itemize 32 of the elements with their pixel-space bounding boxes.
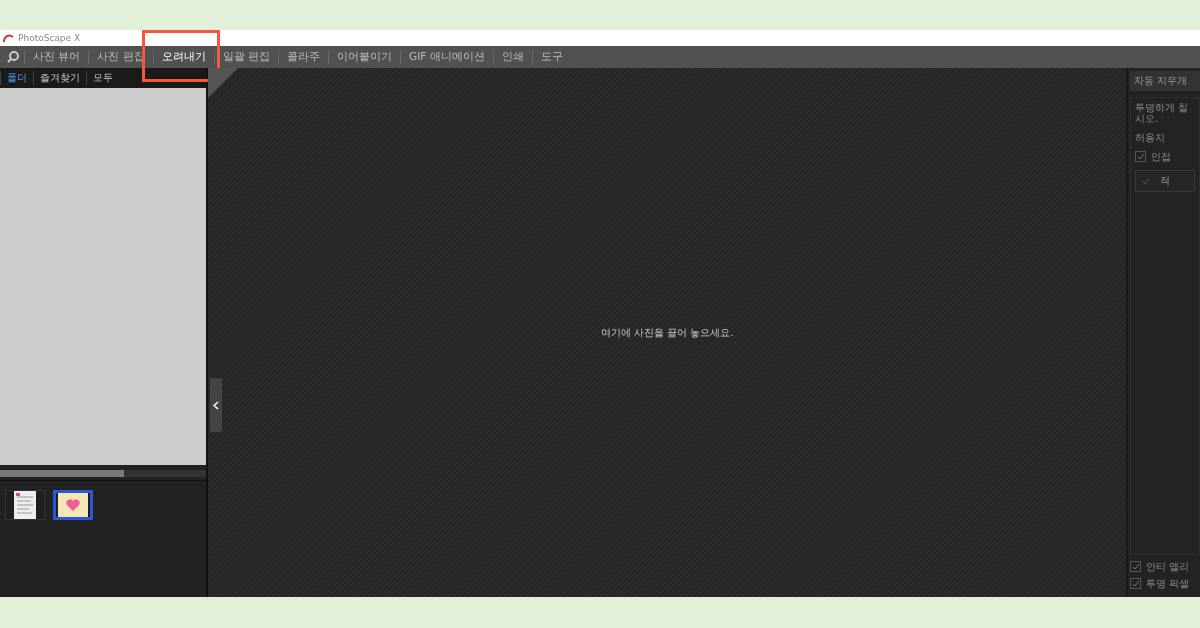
menu-tab[interactable]: 도구 <box>531 50 571 64</box>
menu-tab[interactable]: 오려내기 <box>152 50 214 64</box>
checkbox-label: 안티 앨리 <box>1146 561 1190 572</box>
collapse-handle[interactable] <box>210 378 222 432</box>
checkbox[interactable] <box>1135 151 1146 162</box>
checkbox[interactable] <box>1130 561 1141 572</box>
app-logo-icon <box>3 33 14 43</box>
thumbnail[interactable] <box>5 490 45 520</box>
drop-hint: 여기에 사진을 끌어 놓으세요. <box>600 325 734 340</box>
search-icon[interactable] <box>6 50 20 64</box>
chevron-left-icon <box>213 400 219 410</box>
hint-text: 투명하게 칠 시오. <box>1135 102 1190 124</box>
tolerance-label: 허용치 <box>1135 132 1166 143</box>
sidebar-tab[interactable]: 모두 <box>86 71 119 85</box>
menu-tab[interactable]: 사진 뷰어 <box>24 50 89 64</box>
check-icon <box>1142 177 1150 185</box>
sidebar-tab[interactable]: 즐겨찾기 <box>33 71 86 85</box>
window-title: PhotoScape X <box>18 33 81 43</box>
scroll-thumb[interactable] <box>0 470 124 477</box>
document-icon <box>14 491 36 519</box>
tool-button[interactable]: 자동 지우개 <box>1130 71 1200 91</box>
menu-tab[interactable]: 일괄 편집 <box>213 50 279 64</box>
sidebar-tab[interactable]: 폴더 <box>0 71 33 85</box>
thumbnail[interactable] <box>53 490 93 520</box>
menu-tab[interactable]: 이어붙이기 <box>328 50 401 64</box>
checkbox-label: 인접 <box>1151 151 1171 162</box>
checkbox-label: 투명 픽셀 <box>1146 578 1190 589</box>
menu-tab[interactable]: GIF 애니메이션 <box>400 50 493 64</box>
apply-button[interactable]: 적 <box>1135 170 1195 192</box>
menu-tab[interactable]: 인쇄 <box>492 50 532 64</box>
menu-tab[interactable]: 콜라주 <box>278 50 329 64</box>
checkbox[interactable] <box>1130 578 1141 589</box>
